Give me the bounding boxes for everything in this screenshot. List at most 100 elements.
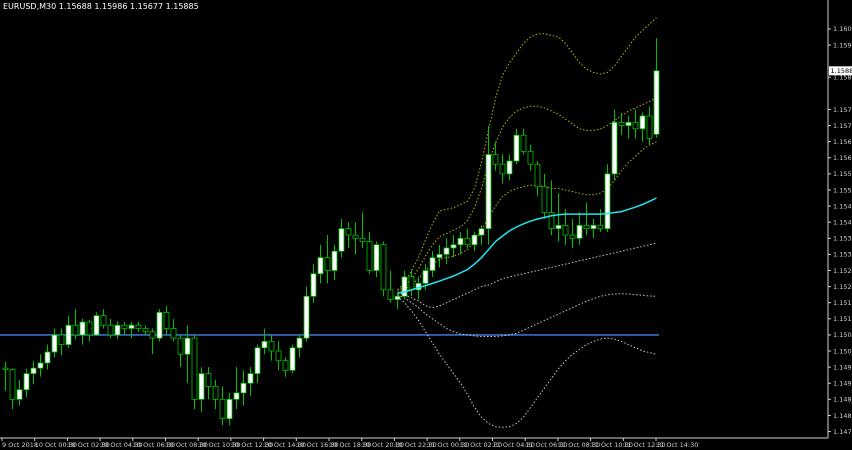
candle — [226, 392, 233, 426]
candle — [254, 344, 261, 384]
candle — [604, 164, 611, 232]
bull-candle-body — [198, 373, 205, 400]
candle — [373, 241, 380, 277]
bull-candle-body — [576, 225, 583, 239]
candle — [653, 38, 660, 138]
bear-candle-body — [632, 121, 639, 130]
bull-candle-body — [604, 173, 611, 230]
candle — [646, 106, 653, 145]
bull-candle-body — [394, 295, 401, 300]
bear-candle-body — [380, 244, 387, 291]
chart-window[interactable]: 1.160151.159651.158651.157651.157151.156… — [0, 0, 852, 450]
price-tick-label: 1.15715 — [833, 122, 852, 130]
candle — [527, 144, 534, 171]
candle — [114, 321, 121, 340]
candle — [44, 344, 51, 370]
bull-candle-body — [338, 228, 345, 252]
band-lower-mid — [397, 293, 657, 337]
candle — [79, 318, 86, 345]
candle — [156, 309, 163, 342]
candle — [485, 125, 492, 245]
candle — [499, 154, 506, 184]
candle — [51, 328, 58, 358]
bull-candle-body — [373, 244, 380, 271]
symbol-ohlc-label: EURUSD,M30 1.15688 1.15986 1.15677 1.158… — [3, 2, 199, 11]
bear-candle-body — [527, 150, 534, 165]
candle — [184, 325, 191, 384]
bear-candle-body — [534, 163, 541, 188]
bull-candle-body — [114, 324, 121, 336]
bull-candle-body — [65, 324, 72, 345]
candle — [450, 235, 457, 258]
candle — [219, 386, 226, 426]
bear-candle-body — [142, 328, 149, 333]
candle — [590, 218, 597, 239]
candle — [135, 322, 142, 332]
bear-candle-body — [135, 324, 142, 329]
bull-candle-body — [478, 228, 485, 236]
bear-candle-body — [149, 331, 156, 339]
bull-candle-body — [639, 115, 646, 130]
bull-candle-body — [555, 225, 562, 230]
candle — [163, 305, 170, 335]
bear-candle-body — [212, 386, 219, 400]
bear-candle-body — [541, 186, 548, 213]
current-price-marker: 1.15885 — [829, 66, 852, 76]
bear-candle-body — [408, 276, 415, 291]
candle — [513, 128, 520, 165]
bull-candle-body — [317, 257, 324, 275]
candle — [303, 286, 310, 342]
bear-candle-body — [86, 321, 93, 336]
price-tick-label: 1.14815 — [833, 412, 852, 420]
bull-candle-body — [471, 234, 478, 246]
candle — [366, 231, 373, 274]
price-tick-label: 1.14915 — [833, 380, 852, 388]
candle — [380, 241, 387, 297]
candle — [310, 264, 317, 303]
price-axis[interactable]: 1.160151.159651.158651.157651.157151.156… — [827, 0, 852, 438]
bull-candle-body — [401, 276, 408, 297]
price-tick-label: 1.15765 — [833, 106, 852, 114]
candle — [443, 238, 450, 265]
bull-candle-body — [93, 315, 100, 336]
bear-candle-body — [275, 350, 282, 362]
candle — [471, 231, 478, 252]
moving-average-layer — [397, 197, 657, 294]
bear-candle-body — [597, 225, 604, 230]
bear-candle-body — [177, 337, 184, 355]
candle — [2, 361, 9, 391]
time-axis[interactable]: 9 Oct 201810 Oct 00:3010 Oct 02:3010 Oct… — [0, 437, 828, 449]
band-upper-outer — [397, 17, 657, 291]
candle — [58, 328, 65, 356]
bull-candle-body — [611, 121, 618, 175]
bear-candle-body — [107, 324, 114, 336]
bear-candle-body — [163, 311, 170, 329]
bear-candle-body — [562, 225, 569, 236]
candle — [177, 334, 184, 368]
bear-candle-body — [464, 237, 471, 246]
price-tick-label: 1.15965 — [833, 41, 852, 49]
bull-candle-body — [247, 373, 254, 384]
bull-candle-body — [296, 337, 303, 349]
bull-candle-body — [16, 389, 23, 400]
candle — [639, 112, 646, 142]
bull-candle-body — [303, 295, 310, 339]
price-tick-label: 1.15315 — [833, 251, 852, 259]
bear-candle-body — [520, 134, 527, 152]
bear-candle-body — [646, 115, 653, 139]
candle — [86, 319, 93, 342]
bull-candle-body — [625, 121, 632, 126]
bull-candle-body — [485, 154, 492, 230]
bear-candle-body — [58, 334, 65, 345]
bull-candle-body — [23, 373, 30, 391]
candle — [534, 160, 541, 197]
candle — [520, 128, 527, 155]
bear-candle-body — [219, 398, 226, 420]
candle — [324, 235, 331, 284]
price-tick-label: 1.15065 — [833, 331, 852, 339]
bear-candle-body — [121, 324, 128, 329]
price-tick-label: 1.15265 — [833, 267, 852, 275]
band-lower-inner — [397, 242, 657, 309]
price-chart[interactable]: 1.160151.159651.158651.157651.157151.156… — [0, 0, 852, 450]
price-tick-label: 1.15015 — [833, 347, 852, 355]
